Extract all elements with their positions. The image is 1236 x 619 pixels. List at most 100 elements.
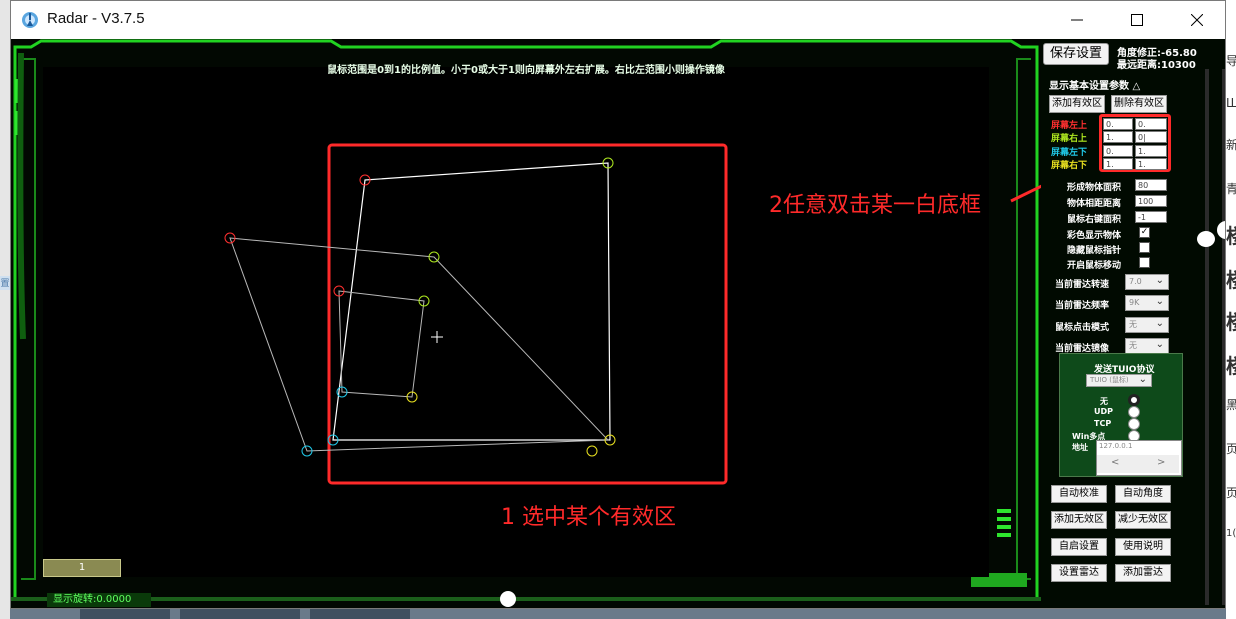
desktop-text: 黑 — [1226, 398, 1236, 412]
desktop-text: 楼 — [1226, 264, 1236, 293]
minimize-button[interactable] — [1047, 1, 1107, 39]
section-title[interactable]: 显示基本设置参数 △ — [1049, 77, 1140, 92]
title-bar[interactable]: Radar - V3.7.5 — [11, 1, 1225, 39]
screen-bottom-left-label: 屏幕左下 — [1051, 148, 1088, 158]
enable-mouse-move-checkbox[interactable] — [1139, 257, 1150, 268]
rotation-slider-track[interactable] — [11, 597, 1041, 601]
click-mode-label: 鼠标点击模式 — [1055, 323, 1110, 333]
tuio-panel: 发送TUIO协议 TUIO (鼠标) 无 UDP TCP Win多点 地址 12… — [1059, 353, 1183, 477]
screen-bottom-right-x[interactable]: 1. — [1103, 158, 1133, 170]
screen-top-left-y[interactable]: 0. — [1135, 118, 1167, 130]
radar-freq-select[interactable]: 9K — [1125, 295, 1169, 311]
color-display-checkbox[interactable]: ✓ — [1139, 227, 1150, 238]
rotation-readout: 显示旋转:0.0000 — [47, 593, 151, 607]
click-mode-select[interactable]: 无 — [1125, 317, 1169, 333]
radar-mirror-select[interactable]: 无 — [1125, 338, 1169, 354]
set-radar-button[interactable]: 设置雷达 — [1051, 564, 1107, 582]
desktop-tab: 置 — [0, 276, 10, 290]
scroll-left-icon[interactable]: < — [1111, 457, 1119, 468]
desktop-text: 新 — [1226, 138, 1236, 152]
tuio-address-value[interactable]: 127.0.0.1 — [1097, 441, 1181, 451]
object-area-input[interactable]: 80 — [1135, 179, 1167, 191]
object-area-label: 形成物体面积 — [1067, 183, 1122, 193]
annotation-select-zone: 1 选中某个有效区 — [501, 505, 676, 530]
vertical-slider-knob-2[interactable] — [1217, 221, 1225, 239]
tuio-address-label: 地址 — [1072, 443, 1088, 452]
desktop-text: 页 — [1226, 486, 1236, 500]
autostart-button[interactable]: 自启设置 — [1051, 538, 1107, 556]
vertical-slider-knob[interactable] — [1197, 231, 1215, 247]
add-invalid-zone-button[interactable]: 添加无效区 — [1051, 511, 1107, 529]
desktop-text: 楼 — [1226, 306, 1236, 335]
desktop-text: 青 — [1226, 182, 1236, 196]
scroll-right-icon[interactable]: > — [1157, 457, 1165, 468]
delete-zone-button[interactable]: 删除有效区 — [1111, 95, 1167, 113]
enable-mouse-move-label: 开启鼠标移动 — [1067, 261, 1122, 271]
screen-bottom-left-x[interactable]: 0. — [1103, 145, 1133, 157]
screen-top-left-x[interactable]: 0. — [1103, 118, 1133, 130]
tuio-mode-select[interactable]: TUIO (鼠标) — [1086, 374, 1152, 387]
object-distance-label: 物体相距距离 — [1067, 199, 1122, 209]
screen-bottom-left-y[interactable]: 1. — [1135, 145, 1167, 157]
vertical-slider-track[interactable] — [1205, 69, 1209, 605]
radar-speed-label: 当前雷达转速 — [1055, 280, 1110, 290]
reduce-invalid-zone-button[interactable]: 减少无效区 — [1115, 511, 1171, 529]
desktop-text: 1( — [1226, 528, 1236, 539]
selection-highlight — [327, 143, 728, 485]
radar-window: Radar - V3.7.5 鼠标范围是0到1的比例值。小于0或大于1则向屏幕外… — [10, 0, 1226, 609]
desktop-text: Ш — [1226, 96, 1236, 110]
radar-frame: 鼠标范围是0到1的比例值。小于0或大于1则向屏幕外左右扩展。右比左范围小则操作镜… — [11, 39, 1041, 608]
add-zone-button[interactable]: 添加有效区 — [1049, 95, 1105, 113]
desktop-text: 导 — [1226, 54, 1236, 68]
tuio-option-udp-radio[interactable] — [1128, 406, 1140, 418]
rotation-slider-knob[interactable] — [500, 591, 516, 607]
screen-top-right-label: 屏幕右上 — [1051, 134, 1088, 144]
radar-speed-select[interactable]: 7.0 — [1125, 274, 1169, 290]
desktop-text: 页 — [1226, 442, 1236, 456]
auto-angle-button[interactable]: 自动角度 — [1115, 485, 1171, 503]
mouse-right-area-input[interactable]: -1 — [1135, 211, 1167, 223]
client-area: 鼠标范围是0到1的比例值。小于0或大于1则向屏幕外左右扩展。右比左范围小则操作镜… — [11, 39, 1225, 608]
tuio-option-tcp-label: TCP — [1094, 419, 1112, 428]
desktop-text: 楼 — [1226, 220, 1236, 249]
save-settings-button[interactable]: 保存设置 — [1043, 43, 1109, 65]
marker-bottom-right — [586, 445, 598, 457]
desktop-text: 楼 — [1226, 350, 1236, 379]
color-display-label: 彩色显示物体 — [1067, 231, 1122, 241]
tuio-option-udp-label: UDP — [1094, 407, 1113, 416]
tuio-option-tcp-radio[interactable] — [1128, 418, 1140, 430]
hide-pointer-label: 隐藏鼠标指针 — [1067, 246, 1122, 256]
screen-top-right-y[interactable]: 0| — [1135, 131, 1167, 143]
screen-bottom-right-y[interactable]: 1. — [1135, 158, 1167, 170]
desktop-right-strip: 导 Ш 新 青 楼 楼 楼 楼 黑 页 页 1( — [1226, 0, 1236, 619]
annotation-arrow — [1010, 184, 1041, 203]
window-title: Radar - V3.7.5 — [47, 10, 145, 27]
auto-calibrate-button[interactable]: 自动校准 — [1051, 485, 1107, 503]
object-distance-input[interactable]: 100 — [1135, 195, 1167, 207]
settings-panel: 保存设置 角度修正:-65.80 最远距离:10300 显示基本设置参数 △ 添… — [1041, 39, 1225, 608]
radar-freq-label: 当前雷达频率 — [1055, 301, 1110, 311]
close-icon — [1191, 14, 1203, 26]
max-distance: 最远距离:10300 — [1117, 60, 1196, 71]
vertical-slider-track-2[interactable] — [1222, 69, 1225, 605]
tuio-address-box[interactable]: 127.0.0.1 < > — [1096, 440, 1182, 476]
screen-bottom-right-label: 屏幕右下 — [1051, 161, 1088, 171]
tuio-option-none-label: 无 — [1100, 397, 1108, 406]
manual-button[interactable]: 使用说明 — [1115, 538, 1171, 556]
tuio-option-none-radio[interactable] — [1128, 394, 1140, 406]
mouse-right-area-label: 鼠标右键面积 — [1067, 215, 1122, 225]
radar-app-icon — [22, 12, 38, 28]
close-button[interactable] — [1167, 1, 1227, 39]
page-indicator[interactable]: 1 — [43, 559, 121, 577]
add-radar-button[interactable]: 添加雷达 — [1115, 564, 1171, 582]
screen-top-left-label: 屏幕左上 — [1051, 121, 1088, 131]
hide-pointer-checkbox[interactable] — [1139, 242, 1150, 253]
maximize-icon — [1131, 14, 1143, 26]
annotation-double-click: 2任意双击某一白底框 — [769, 193, 981, 218]
desktop-bottom-strip — [10, 609, 1226, 619]
zone-inner — [338, 290, 425, 398]
tuio-scroll[interactable]: < > — [1097, 455, 1179, 473]
screen-top-right-x[interactable]: 1. — [1103, 131, 1133, 143]
minimize-icon — [1071, 19, 1083, 21]
maximize-button[interactable] — [1107, 1, 1167, 39]
